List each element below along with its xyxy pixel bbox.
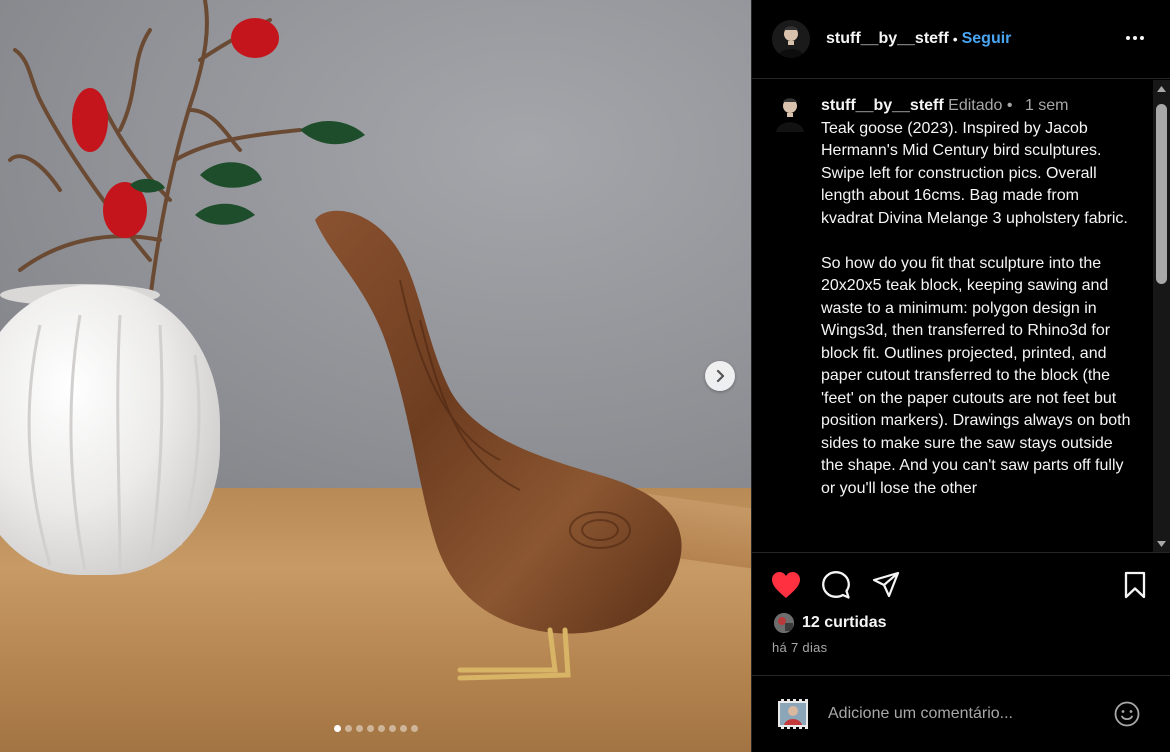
comment-button[interactable]: [820, 569, 852, 601]
triangle-up-icon: [1157, 85, 1166, 92]
more-options-button[interactable]: [1123, 26, 1147, 50]
scroll-down-arrow[interactable]: [1153, 535, 1170, 552]
white-vase: [0, 285, 220, 575]
post-media[interactable]: [0, 0, 751, 752]
current-user-avatar: [778, 699, 808, 729]
carousel-dot: [333, 725, 341, 732]
triangle-down-icon: [1157, 540, 1166, 547]
caption-edited-label: Editado: [948, 97, 1003, 114]
heart-filled-icon: [772, 572, 800, 598]
liker-avatar[interactable]: [772, 611, 796, 635]
smiley-icon: [1114, 701, 1140, 727]
carousel-indicator: [0, 725, 751, 732]
carousel-dot: [366, 725, 374, 732]
carousel-dot: [388, 725, 396, 732]
post-caption: stuff__by__steff Editado • 1 sem Teak go…: [821, 95, 1135, 500]
scrollbar-thumb[interactable]: [1156, 104, 1167, 284]
author-avatar[interactable]: [772, 20, 810, 58]
comments-section[interactable]: stuff__by__steff Editado • 1 sem Teak go…: [752, 80, 1170, 552]
liker-avatar-image: [774, 613, 794, 633]
caption-author-avatar[interactable]: [772, 92, 808, 132]
comment-bubble-icon: [822, 571, 850, 599]
post-header: stuff__by__steff • Seguir: [752, 0, 1170, 79]
author-avatar-image: [772, 20, 810, 58]
comments-scrollbar[interactable]: [1153, 80, 1170, 552]
post-time[interactable]: há 7 dias: [772, 640, 827, 655]
teak-goose-sculpture: [315, 210, 682, 681]
add-comment-bar: [752, 675, 1170, 752]
caption-meta-separator: •: [1006, 97, 1013, 114]
author-username[interactable]: stuff__by__steff: [826, 30, 949, 48]
likes-summary[interactable]: 12 curtidas: [772, 610, 886, 636]
comment-input[interactable]: [828, 705, 1078, 723]
scroll-up-arrow[interactable]: [1153, 80, 1170, 97]
caption-avatar-image: [776, 98, 804, 132]
current-user-avatar-image: [778, 699, 808, 729]
chevron-right-icon: [716, 369, 725, 383]
header-separator: •: [952, 31, 958, 47]
carousel-dot: [344, 725, 352, 732]
paper-plane-icon: [872, 571, 900, 598]
carousel-next-button[interactable]: [705, 361, 735, 391]
save-button[interactable]: [1119, 569, 1151, 601]
bookmark-icon: [1124, 571, 1146, 599]
caption-age[interactable]: 1 sem: [1025, 97, 1069, 114]
likes-count[interactable]: 12 curtidas: [802, 614, 886, 632]
post-actions: [752, 552, 1170, 616]
share-button[interactable]: [870, 569, 902, 601]
caption-username[interactable]: stuff__by__steff: [821, 97, 944, 114]
carousel-dot: [377, 725, 385, 732]
carousel-dot: [355, 725, 363, 732]
carousel-dot: [410, 725, 418, 732]
like-button[interactable]: [770, 569, 802, 601]
carousel-dot: [399, 725, 407, 732]
caption-text: Teak goose (2023). Inspired by Jacob Her…: [821, 119, 1131, 497]
vase-texture: [27, 314, 201, 571]
post-details-panel: stuff__by__steff • Seguir stuff__by__ste…: [751, 0, 1170, 752]
follow-button[interactable]: Seguir: [962, 30, 1012, 48]
emoji-button[interactable]: [1113, 700, 1141, 728]
more-horizontal-icon: [1126, 36, 1144, 40]
